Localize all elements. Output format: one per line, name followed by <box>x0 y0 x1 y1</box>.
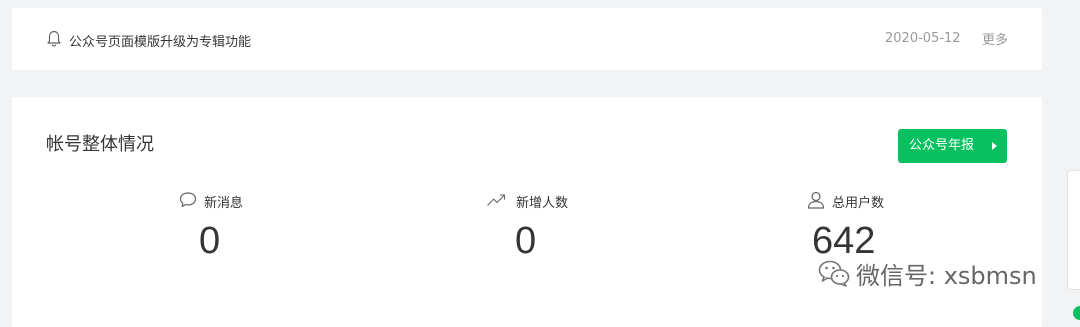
section-title: 帐号整体情况 <box>46 134 154 155</box>
side-status-dot[interactable] <box>1073 306 1080 320</box>
annual-report-label: 公众号年报 <box>909 138 975 153</box>
bell-icon <box>47 30 61 47</box>
message-bubble-icon <box>179 192 197 208</box>
watermark: 微信号: xsbmsn <box>818 255 1037 291</box>
notice-link[interactable]: 公众号页面模版升级为专辑功能 <box>69 31 251 50</box>
annual-report-button[interactable]: 公众号年报 <box>898 129 1007 163</box>
account-overview-card: 帐号整体情况 公众号年报 新消息 0 新增人数 0 总用户数 642 <box>12 97 1042 327</box>
stat-value: 0 <box>199 220 221 262</box>
notice-date: 2020-05-12 <box>885 31 961 46</box>
watermark-text: 微信号: xsbmsn <box>856 261 1037 290</box>
notice-card: 公众号页面模版升级为专辑功能 2020-05-12 更多 <box>12 8 1042 70</box>
stat-label: 总用户数 <box>832 196 885 211</box>
caret-right-icon <box>992 142 997 150</box>
stat-value: 0 <box>515 220 537 262</box>
more-link[interactable]: 更多 <box>982 29 1008 48</box>
trend-up-icon <box>487 194 506 206</box>
wechat-logo-icon <box>818 260 850 287</box>
stat-label: 新消息 <box>204 196 244 211</box>
user-icon <box>807 191 825 209</box>
side-floating-panel[interactable] <box>1067 170 1080 290</box>
stat-label: 新增人数 <box>516 196 569 211</box>
